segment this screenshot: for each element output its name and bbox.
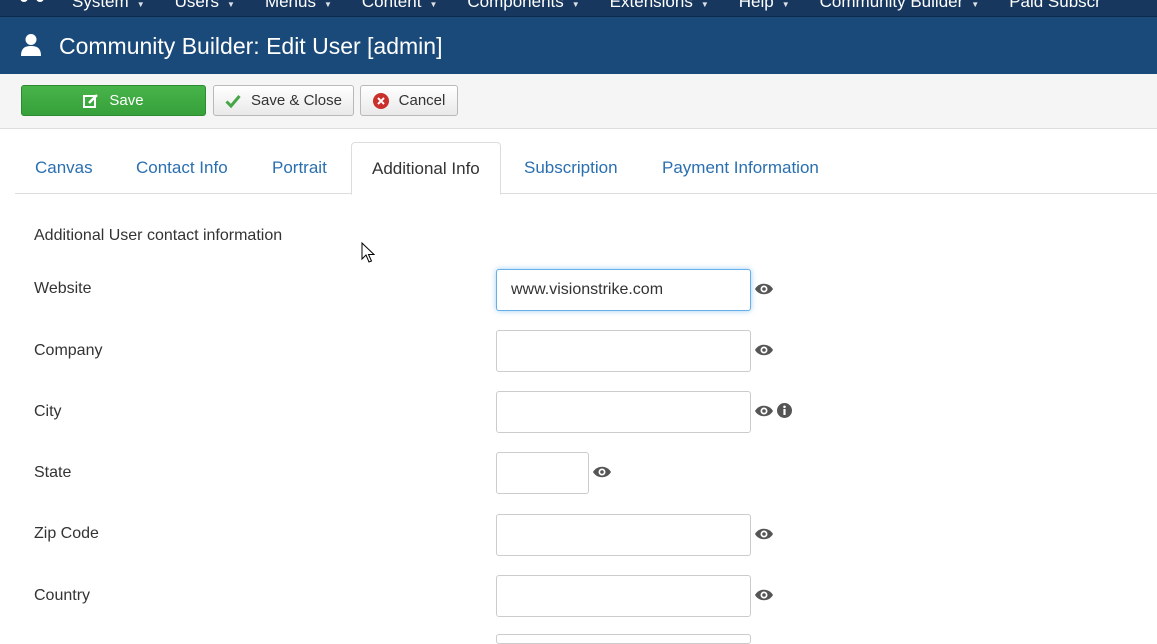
caret-down-icon: ▼ bbox=[429, 0, 438, 9]
tab-subscription[interactable]: Subscription bbox=[504, 142, 638, 194]
caret-down-icon: ▼ bbox=[571, 0, 580, 9]
menu-system[interactable]: System ▼ bbox=[72, 0, 145, 12]
section-title: Additional User contact information bbox=[34, 227, 283, 244]
caret-down-icon: ▼ bbox=[136, 0, 145, 9]
city-label: City bbox=[34, 403, 62, 420]
tab-additional-info[interactable]: Additional Info bbox=[351, 142, 501, 195]
menu-content[interactable]: Content ▼ bbox=[362, 0, 437, 12]
page-title: Community Builder: Edit User [admin] bbox=[59, 33, 443, 59]
menu-label: Components bbox=[467, 0, 564, 11]
top-menu-bar: System ▼ Users ▼ Menus ▼ Content ▼ Component… bbox=[0, 0, 1157, 17]
user-icon bbox=[21, 34, 41, 56]
menu-label: System bbox=[72, 0, 129, 11]
caret-down-icon: ▼ bbox=[323, 0, 332, 9]
eye-icon[interactable] bbox=[754, 282, 774, 296]
menu-extensions[interactable]: Extensions ▼ bbox=[610, 0, 709, 12]
save-close-button[interactable]: Save & Close bbox=[213, 85, 354, 116]
menu-menus[interactable]: Menus ▼ bbox=[265, 0, 332, 12]
menu-label: Community Builder bbox=[819, 0, 964, 11]
eye-icon[interactable] bbox=[754, 588, 774, 602]
eye-icon[interactable] bbox=[754, 343, 774, 357]
menu-community-builder[interactable]: Community Builder ▼ bbox=[820, 0, 980, 12]
menu-label: Content bbox=[361, 0, 422, 11]
save-label: Save bbox=[109, 92, 144, 109]
joomla-logo-icon[interactable] bbox=[18, 0, 46, 10]
toolbar: Save Save & Close Cancel bbox=[0, 74, 1157, 129]
tab-bar: Canvas Contact Info Portrait Additional … bbox=[15, 142, 1157, 195]
page-header: Community Builder: Edit User [admin] bbox=[0, 17, 1157, 74]
cancel-label: Cancel bbox=[398, 92, 446, 109]
save-button[interactable]: Save bbox=[21, 85, 206, 116]
company-label: Company bbox=[34, 342, 103, 359]
menu-users[interactable]: Users ▼ bbox=[175, 0, 235, 12]
next-field-partial[interactable] bbox=[496, 634, 751, 644]
zip-code-label: Zip Code bbox=[34, 525, 99, 542]
caret-down-icon: ▼ bbox=[971, 0, 980, 9]
edit-icon bbox=[83, 93, 99, 108]
menu-label: Users bbox=[174, 0, 220, 11]
country-label: Country bbox=[34, 587, 91, 604]
state-field[interactable] bbox=[496, 452, 589, 494]
eye-icon[interactable] bbox=[754, 404, 774, 418]
tab-contact-info[interactable]: Contact Info bbox=[116, 142, 248, 194]
tab-payment-information[interactable]: Payment Information bbox=[642, 142, 839, 194]
menu-label: Menus bbox=[264, 0, 316, 11]
zip-code-field[interactable] bbox=[496, 514, 751, 556]
country-field[interactable] bbox=[496, 575, 751, 617]
eye-icon[interactable] bbox=[592, 465, 612, 479]
website-field[interactable] bbox=[496, 269, 751, 311]
caret-down-icon: ▼ bbox=[227, 0, 235, 9]
caret-down-icon: ▼ bbox=[700, 0, 709, 9]
mouse-pointer-icon bbox=[361, 242, 375, 263]
tab-canvas[interactable]: Canvas bbox=[15, 142, 113, 194]
menu-label: Help bbox=[738, 0, 774, 11]
menu-help[interactable]: Help ▼ bbox=[739, 0, 790, 12]
eye-icon[interactable] bbox=[754, 527, 774, 541]
save-close-label: Save & Close bbox=[251, 92, 342, 109]
company-field[interactable] bbox=[496, 330, 751, 372]
cancel-button[interactable]: Cancel bbox=[360, 85, 458, 116]
checkmark-icon bbox=[225, 94, 241, 108]
menu-label: Paid Subscr bbox=[1009, 0, 1101, 11]
tab-portrait[interactable]: Portrait bbox=[252, 142, 347, 194]
menu-paid-subscriptions[interactable]: Paid Subscr bbox=[1009, 0, 1101, 12]
menu-components[interactable]: Components ▼ bbox=[467, 0, 579, 12]
cancel-circle-icon bbox=[372, 92, 389, 109]
info-icon[interactable] bbox=[777, 403, 792, 418]
menu-label: Extensions bbox=[609, 0, 693, 11]
website-label: Website bbox=[34, 280, 92, 297]
caret-down-icon: ▼ bbox=[781, 0, 790, 9]
state-label: State bbox=[34, 464, 72, 481]
city-field[interactable] bbox=[496, 391, 751, 433]
